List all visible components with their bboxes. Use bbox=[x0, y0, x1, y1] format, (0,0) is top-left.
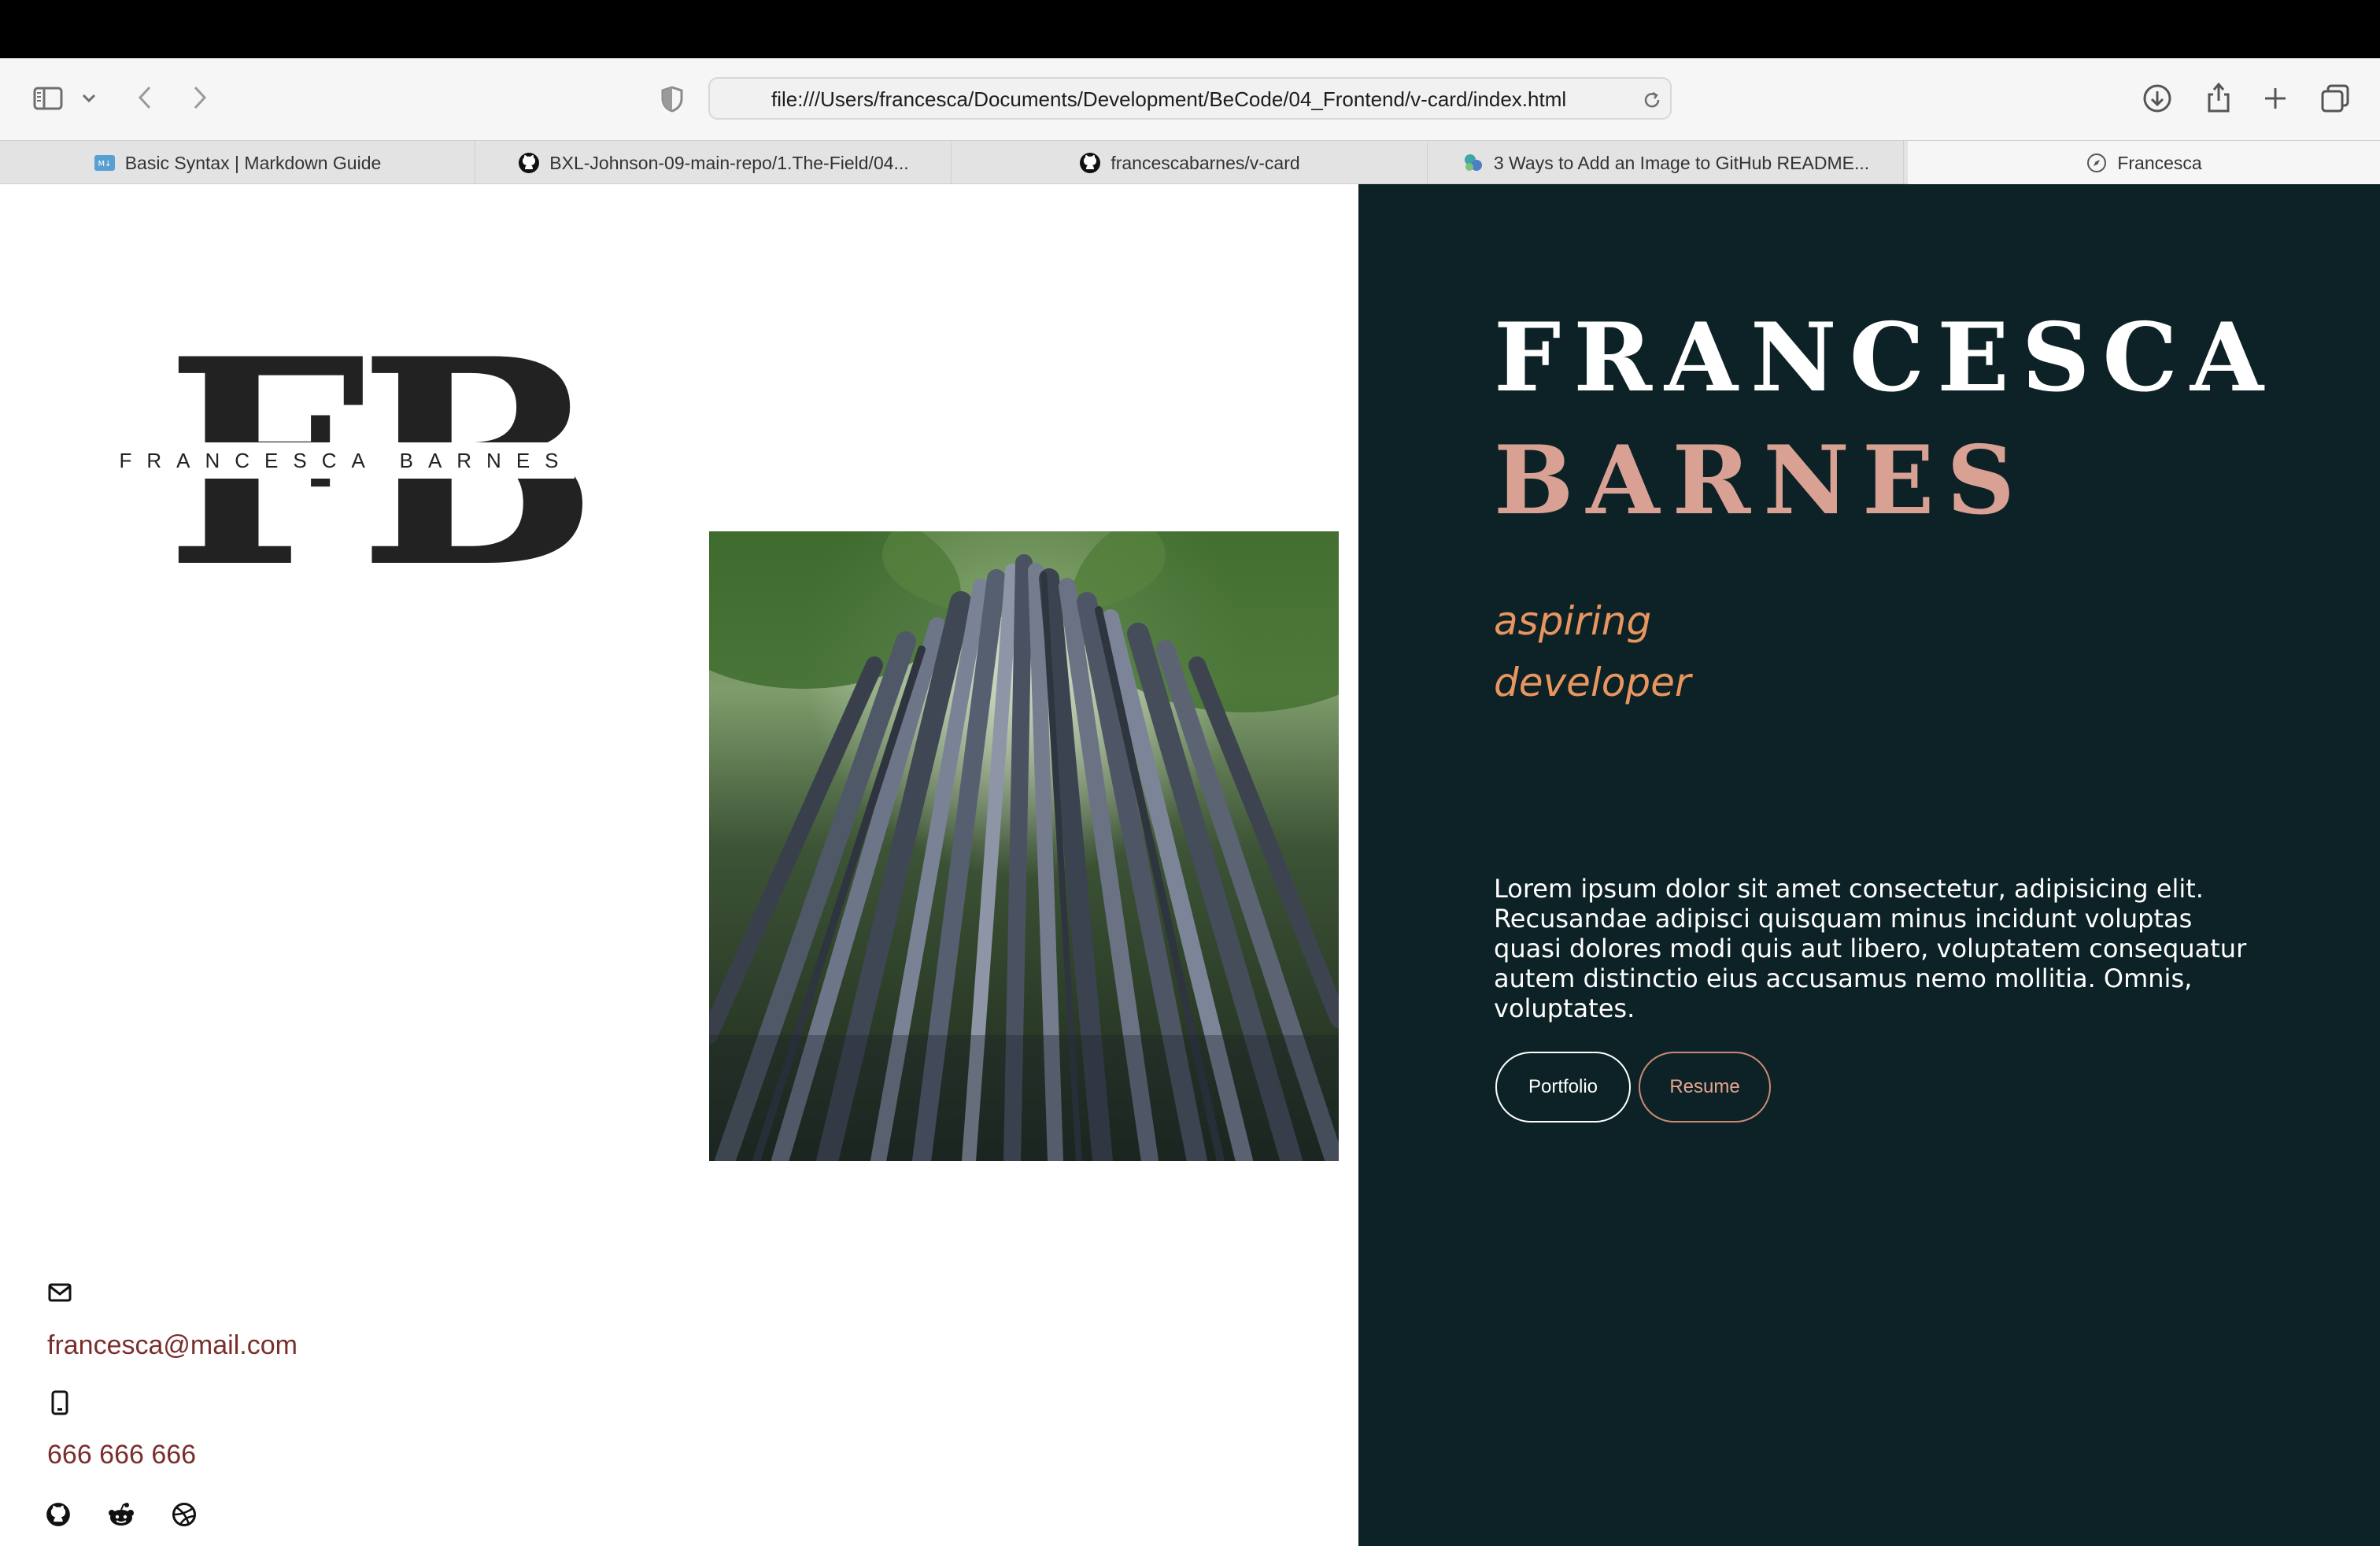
address-bar[interactable]: file:///Users/francesca/Documents/Develo… bbox=[708, 77, 1672, 120]
logo-name: FRANCESCA BARNES bbox=[119, 449, 574, 472]
tab-label: Basic Syntax | Markdown Guide bbox=[124, 152, 382, 173]
downloads-icon[interactable] bbox=[2139, 80, 2175, 117]
menu-bar-strip bbox=[0, 0, 2380, 58]
tab-label: francescabarnes/v-card bbox=[1111, 152, 1300, 173]
first-name-heading: FRANCESCA bbox=[1494, 302, 2276, 413]
portfolio-button[interactable]: Portfolio bbox=[1495, 1052, 1631, 1123]
sidebar-toggle-icon[interactable] bbox=[30, 80, 66, 117]
compass-icon bbox=[2086, 152, 2108, 174]
bio-paragraph: Lorem ipsum dolor sit amet consectetur, … bbox=[1494, 874, 2247, 1023]
tagline-line-2: developer bbox=[1494, 660, 1691, 705]
chevron-down-icon[interactable] bbox=[77, 87, 101, 110]
phone-link[interactable]: 666 666 666 bbox=[47, 1440, 196, 1470]
back-icon[interactable] bbox=[129, 82, 161, 113]
site-favicon bbox=[1462, 152, 1484, 174]
new-tab-icon[interactable] bbox=[2259, 82, 2292, 115]
tagline-line-1: aspiring bbox=[1494, 598, 1652, 644]
tab-markdown-guide[interactable]: M↓ Basic Syntax | Markdown Guide bbox=[0, 141, 475, 185]
share-icon[interactable] bbox=[2201, 77, 2237, 117]
bamboo-forest-photo bbox=[709, 531, 1339, 1161]
tab-github-repo[interactable]: BXL-Johnson-09-main-repo/1.The-Field/04.… bbox=[476, 141, 952, 185]
resume-button[interactable]: Resume bbox=[1639, 1052, 1771, 1123]
forward-icon[interactable] bbox=[184, 82, 216, 113]
mobile-phone-icon bbox=[46, 1389, 74, 1417]
email-link[interactable]: francesca@mail.com bbox=[47, 1330, 298, 1361]
tab-francesca[interactable]: Francesca bbox=[1908, 141, 2380, 185]
reload-icon[interactable] bbox=[1639, 87, 1665, 113]
github-icon[interactable] bbox=[44, 1500, 72, 1529]
tab-label: 3 Ways to Add an Image to GitHub README.… bbox=[1493, 152, 1870, 173]
url-text: file:///Users/francesca/Documents/Develo… bbox=[771, 87, 1567, 111]
tab-overview-icon[interactable] bbox=[2317, 80, 2353, 117]
last-name-heading: BARNES bbox=[1494, 425, 2028, 536]
tab-label: Francesca bbox=[2117, 152, 2202, 173]
fb-logo: FB FRANCESCA BARNES bbox=[118, 322, 598, 605]
github-icon bbox=[1079, 152, 1101, 174]
browser-toolbar: file:///Users/francesca/Documents/Develo… bbox=[0, 58, 2380, 140]
tab-label: BXL-Johnson-09-main-repo/1.The-Field/04.… bbox=[549, 152, 909, 173]
web-page: FB FRANCESCA BARNES francesca@mail.com 6… bbox=[0, 184, 2380, 1546]
svg-text:M↓: M↓ bbox=[98, 160, 111, 168]
tab-image-readme[interactable]: 3 Ways to Add an Image to GitHub README.… bbox=[1428, 141, 1904, 185]
privacy-shield-icon[interactable] bbox=[655, 82, 689, 117]
markdown-icon: M↓ bbox=[94, 152, 116, 174]
reddit-icon[interactable] bbox=[107, 1500, 135, 1529]
tab-bar: M↓ Basic Syntax | Markdown Guide BXL-Joh… bbox=[0, 140, 2380, 185]
envelope-icon bbox=[46, 1278, 74, 1307]
github-icon bbox=[518, 152, 540, 174]
tab-github-vcard[interactable]: francescabarnes/v-card bbox=[952, 141, 1428, 185]
dribbble-icon[interactable] bbox=[170, 1500, 198, 1529]
right-panel: FRANCESCA BARNES aspiring developer Lore… bbox=[1358, 184, 2380, 1546]
left-panel: FB FRANCESCA BARNES francesca@mail.com 6… bbox=[0, 184, 1358, 1546]
